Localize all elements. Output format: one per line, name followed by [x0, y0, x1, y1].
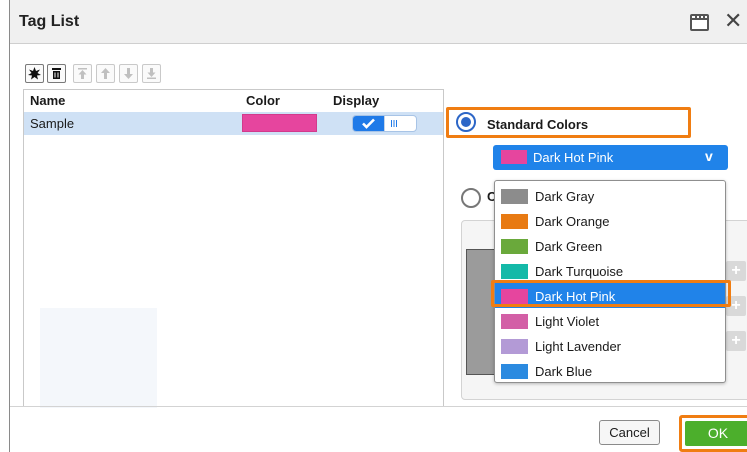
- move-bottom-icon[interactable]: [142, 64, 161, 83]
- color-swatch: [501, 289, 528, 304]
- option-label: Dark Orange: [535, 214, 610, 229]
- dialog-title: Tag List: [19, 13, 80, 30]
- color-option-dark-gray[interactable]: Dark Gray: [495, 183, 725, 208]
- footer-divider: [10, 406, 747, 407]
- color-dropdown-list: Dark Gray Dark Orange Dark Green Dark Tu…: [494, 180, 726, 383]
- option-label: Dark Hot Pink: [535, 289, 616, 304]
- move-down-icon[interactable]: [119, 64, 138, 83]
- tag-color-swatch[interactable]: [242, 114, 317, 132]
- color-swatch: [501, 239, 528, 254]
- color-option-dark-orange[interactable]: Dark Orange: [495, 208, 725, 233]
- table-row[interactable]: Sample: [24, 112, 443, 135]
- new-tag-icon[interactable]: [25, 64, 44, 83]
- ok-button[interactable]: OK: [685, 421, 747, 446]
- option-label: Light Lavender: [535, 339, 622, 354]
- color-option-dark-hot-pink[interactable]: Dark Hot Pink: [495, 283, 725, 308]
- standard-colors-radio[interactable]: [456, 112, 476, 132]
- color-select[interactable]: Dark Hot Pink v: [493, 145, 728, 170]
- option-label: Dark Turquoise: [535, 264, 624, 279]
- display-toggle[interactable]: [352, 115, 417, 132]
- close-icon[interactable]: ✕: [724, 10, 742, 32]
- move-up-icon[interactable]: [96, 64, 115, 83]
- toggle-knob: [384, 116, 402, 131]
- color-swatch: [501, 314, 528, 329]
- option-label: Light Violet: [535, 314, 600, 329]
- move-top-icon[interactable]: [73, 64, 92, 83]
- toggle-on-state: [353, 116, 384, 131]
- color-swatch: [501, 339, 528, 354]
- option-label: Dark Blue: [535, 364, 593, 379]
- title-bar: Tag List ✕: [10, 0, 747, 44]
- add-icon[interactable]: +: [726, 261, 746, 281]
- delete-icon[interactable]: [47, 64, 66, 83]
- color-swatch: [501, 214, 528, 229]
- color-option-dark-turquoise[interactable]: Dark Turquoise: [495, 258, 725, 283]
- tag-name-cell: Sample: [30, 116, 75, 131]
- add-icon[interactable]: +: [726, 296, 746, 316]
- maximize-icon[interactable]: [690, 14, 709, 31]
- color-option-dark-green[interactable]: Dark Green: [495, 233, 725, 258]
- column-header-color: Color: [246, 93, 280, 108]
- column-header-name: Name: [30, 93, 66, 108]
- tag-list-dialog: Tag List ✕ Name Color Display Sample Sta…: [9, 0, 747, 452]
- standard-colors-label: Standard Colors: [487, 117, 589, 132]
- add-icon[interactable]: +: [726, 331, 746, 351]
- color-swatch: [501, 189, 528, 204]
- column-header-display: Display: [333, 93, 380, 108]
- selected-color-label: Dark Hot Pink: [533, 150, 614, 165]
- ok-button-highlight: OK: [679, 415, 747, 452]
- option-label: Dark Gray: [535, 189, 595, 204]
- selected-color-swatch: [501, 150, 527, 164]
- standard-colors-option[interactable]: Standard Colors: [446, 107, 691, 138]
- custom-colors-radio[interactable]: [461, 188, 481, 208]
- tag-table: Name Color Display Sample: [23, 89, 444, 408]
- color-option-light-violet[interactable]: Light Violet: [495, 308, 725, 333]
- chevron-down-icon: v: [705, 148, 713, 164]
- empty-area: [40, 308, 157, 408]
- color-option-dark-blue[interactable]: Dark Blue: [495, 358, 725, 383]
- color-swatch: [501, 264, 528, 279]
- option-label: Dark Green: [535, 239, 603, 254]
- color-option-light-lavender[interactable]: Light Lavender: [495, 333, 725, 358]
- cancel-button[interactable]: Cancel: [599, 420, 660, 445]
- color-swatch: [501, 364, 528, 379]
